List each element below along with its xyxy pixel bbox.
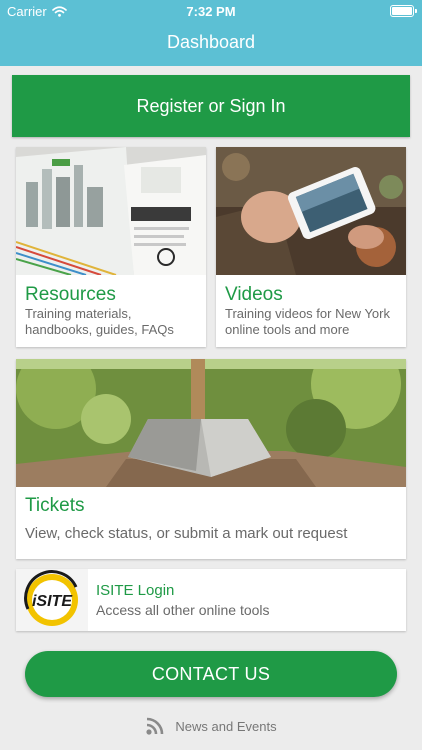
rss-icon bbox=[146, 717, 164, 735]
videos-title: Videos bbox=[225, 284, 283, 305]
page-title: Dashboard bbox=[166, 32, 256, 52]
videos-image bbox=[216, 147, 406, 275]
videos-description: Training videos for New York online tool… bbox=[225, 306, 390, 337]
tickets-image bbox=[16, 359, 406, 487]
status-bar: Carrier 7:32 PM bbox=[0, 0, 422, 22]
tickets-title: Tickets bbox=[25, 495, 85, 516]
isite-title: ISITE Login bbox=[96, 582, 175, 599]
isite-login-card[interactable]: iSITE ISITE Login Access all other onlin… bbox=[16, 569, 406, 631]
resources-description: Training materials, handbooks, guides, F… bbox=[25, 306, 174, 337]
svg-text:iSITE: iSITE bbox=[32, 593, 73, 610]
isite-logo: iSITE bbox=[24, 570, 78, 626]
battery-icon bbox=[390, 5, 417, 17]
isite-logo-panel: iSITE bbox=[16, 569, 88, 631]
news-and-events-link[interactable]: News and Events bbox=[0, 716, 422, 736]
videos-card[interactable]: Videos Training videos for New York onli… bbox=[216, 147, 406, 347]
contact-us-button[interactable]: CONTACT US bbox=[25, 651, 397, 697]
resources-image bbox=[16, 147, 206, 275]
status-time: 7:32 PM bbox=[186, 4, 236, 19]
resources-title: Resources bbox=[25, 284, 116, 305]
top-bar: Carrier 7:32 PM Dashboard bbox=[0, 0, 422, 66]
resources-card[interactable]: Resources Training materials, handbooks,… bbox=[16, 147, 206, 347]
isite-description: Access all other online tools bbox=[96, 602, 270, 618]
tickets-description: View, check status, or submit a mark out… bbox=[25, 525, 348, 542]
tickets-card[interactable]: Tickets View, check status, or submit a … bbox=[16, 359, 406, 559]
register-sign-in-button[interactable]: Register or Sign In bbox=[12, 75, 410, 137]
news-and-events-label: News and Events bbox=[175, 718, 277, 734]
